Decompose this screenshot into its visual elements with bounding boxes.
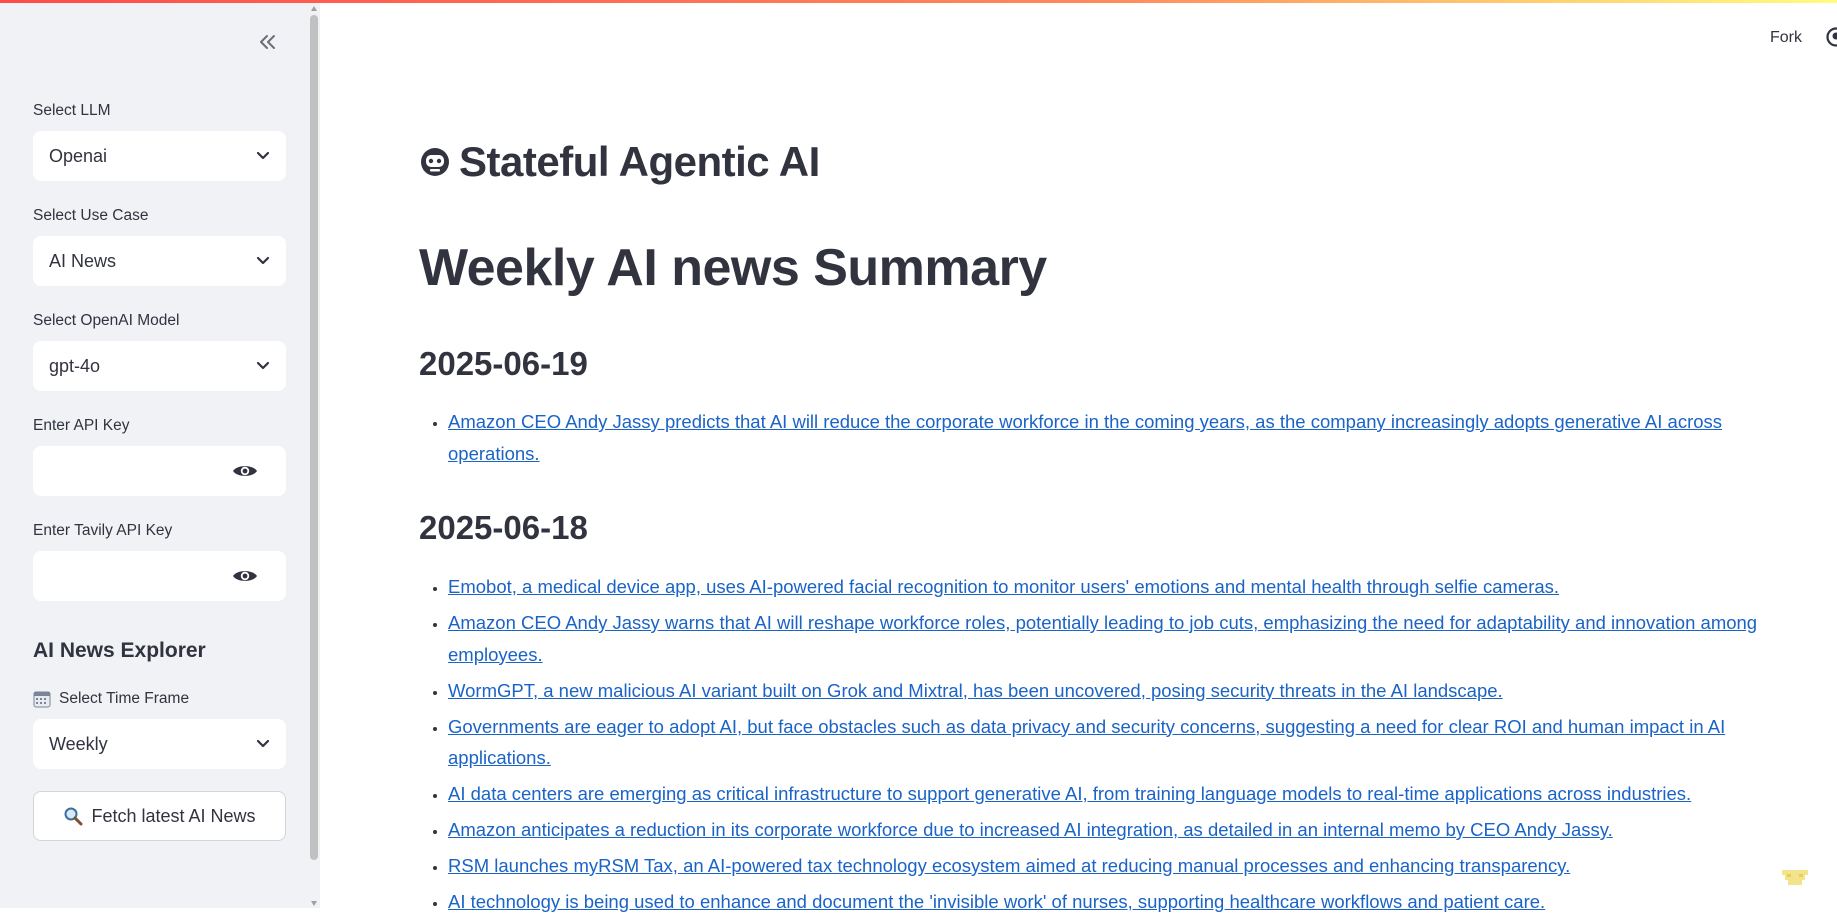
news-link[interactable]: WormGPT, a new malicious AI variant buil… (448, 680, 1503, 701)
list-item: Governments are eager to adopt AI, but f… (448, 711, 1808, 774)
fetch-news-button-label: Fetch latest AI News (91, 806, 255, 827)
news-link[interactable]: AI technology is being used to enhance a… (448, 891, 1545, 912)
news-link[interactable]: Amazon CEO Andy Jassy predicts that AI w… (448, 411, 1722, 464)
select-usecase-value: AI News (49, 251, 116, 272)
select-model-label: Select OpenAI Model (33, 312, 179, 330)
news-link[interactable]: Amazon anticipates a reduction in its co… (448, 819, 1613, 840)
show-password-eye-icon[interactable] (232, 463, 258, 479)
double-chevron-left-icon (258, 34, 278, 50)
list-item: AI data centers are emerging as critical… (448, 778, 1808, 810)
app-title: Stateful Agentic AI (419, 138, 820, 186)
news-explorer-heading: AI News Explorer (33, 639, 206, 663)
select-llm-label: Select LLM (33, 102, 111, 120)
streamlit-status-icon[interactable] (1775, 860, 1815, 900)
list-item: RSM launches myRSM Tax, an AI-powered ta… (448, 850, 1808, 882)
chevron-down-icon (256, 361, 270, 371)
news-list-1: Amazon CEO Andy Jassy predicts that AI w… (419, 406, 1808, 474)
news-link[interactable]: AI data centers are emerging as critical… (448, 783, 1691, 804)
news-link[interactable]: Emobot, a medical device app, uses AI-po… (448, 576, 1559, 597)
select-model-dropdown[interactable]: gpt-4o (33, 341, 286, 391)
github-icon[interactable] (1826, 27, 1837, 47)
news-link[interactable]: RSM launches myRSM Tax, an AI-powered ta… (448, 855, 1570, 876)
chevron-down-icon (256, 151, 270, 161)
scroll-up-arrow-icon[interactable] (311, 6, 317, 11)
select-llm-dropdown[interactable]: Openai (33, 131, 286, 181)
list-item: Amazon CEO Andy Jassy warns that AI will… (448, 607, 1808, 670)
select-llm-value: Openai (49, 146, 107, 167)
chevron-down-icon (256, 739, 270, 749)
fetch-news-button[interactable]: Fetch latest AI News (33, 791, 286, 841)
show-password-eye-icon[interactable] (232, 568, 258, 584)
robot-face-icon (419, 146, 451, 178)
time-frame-dropdown[interactable]: Weekly (33, 719, 286, 769)
date-heading-1: 2025-06-19 (419, 345, 588, 383)
collapse-sidebar-button[interactable] (253, 28, 283, 56)
tavily-key-field[interactable] (33, 551, 286, 601)
app-title-text: Stateful Agentic AI (459, 138, 820, 186)
list-item: Amazon anticipates a reduction in its co… (448, 814, 1808, 846)
list-item: Emobot, a medical device app, uses AI-po… (448, 571, 1808, 603)
scrollbar-thumb[interactable] (310, 15, 318, 860)
sidebar: Select LLM Openai Select Use Case AI New… (0, 3, 308, 908)
time-frame-label-row: Select Time Frame (33, 690, 189, 708)
calendar-icon (33, 690, 51, 708)
api-key-field[interactable] (33, 446, 286, 496)
page-heading: Weekly AI news Summary (419, 238, 1047, 298)
list-item: Amazon CEO Andy Jassy predicts that AI w… (448, 406, 1808, 469)
date-heading-2: 2025-06-18 (419, 509, 588, 547)
news-link[interactable]: Governments are eager to adopt AI, but f… (448, 716, 1725, 769)
chevron-down-icon (256, 256, 270, 266)
news-link[interactable]: Amazon CEO Andy Jassy warns that AI will… (448, 612, 1757, 665)
scroll-down-arrow-icon[interactable] (311, 901, 317, 906)
select-usecase-label: Select Use Case (33, 207, 148, 225)
select-model-value: gpt-4o (49, 356, 100, 377)
api-key-label: Enter API Key (33, 417, 130, 435)
list-item: WormGPT, a new malicious AI variant buil… (448, 675, 1808, 707)
sidebar-scrollbar[interactable] (308, 3, 320, 908)
time-frame-label: Select Time Frame (59, 690, 189, 708)
time-frame-value: Weekly (49, 734, 108, 755)
news-list-2: Emobot, a medical device app, uses AI-po… (419, 571, 1808, 922)
list-item: AI technology is being used to enhance a… (448, 886, 1808, 918)
tavily-key-label: Enter Tavily API Key (33, 522, 172, 540)
fork-link[interactable]: Fork (1770, 29, 1802, 47)
magnifier-icon (63, 806, 83, 826)
select-usecase-dropdown[interactable]: AI News (33, 236, 286, 286)
